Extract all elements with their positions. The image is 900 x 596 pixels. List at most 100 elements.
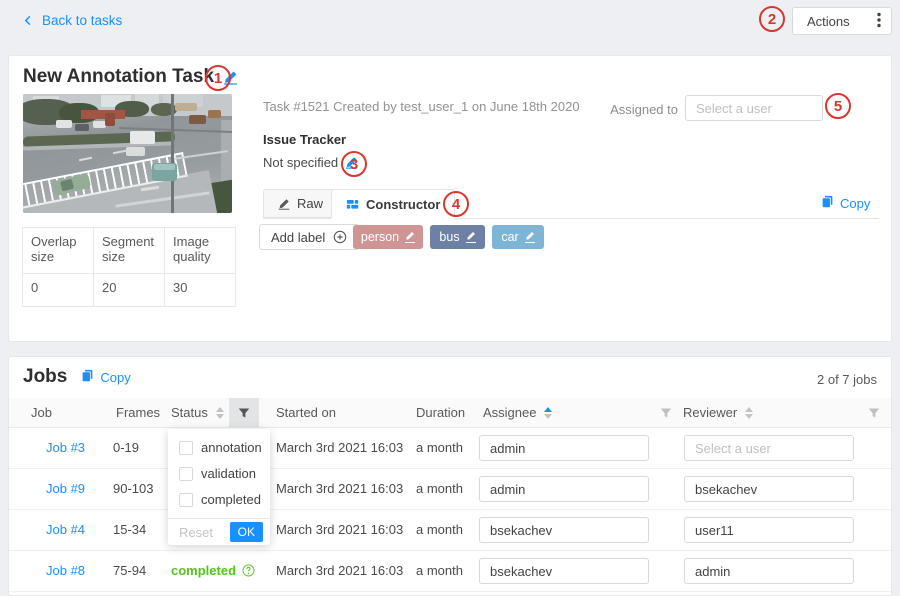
started-cell: March 3rd 2021 16:03	[276, 509, 403, 550]
assigned-to-input[interactable]	[685, 95, 823, 121]
assignee-input[interactable]	[479, 476, 649, 502]
callout-4: 4	[443, 191, 469, 217]
filter-option-label: completed	[201, 492, 261, 507]
edit-icon[interactable]	[405, 231, 415, 243]
status-text: completed	[171, 563, 236, 578]
job-link[interactable]: Job #3	[46, 427, 85, 468]
filter-funnel-icon	[238, 407, 250, 419]
status-filter-dropdown: annotation validation completed Reset OK	[168, 429, 270, 545]
table-row: Job #9 90-103 March 3rd 2021 16:03 a mon…	[9, 468, 891, 510]
task-meta-text: Task #1521 Created by test_user_1 on Jun…	[263, 99, 580, 114]
status-cell: completed	[171, 550, 255, 591]
callout-5: 5	[825, 93, 851, 119]
copy-label: Copy	[100, 370, 130, 385]
back-to-tasks-label: Back to tasks	[42, 13, 122, 28]
table-row: Job #4 15-34 March 3rd 2021 16:03 a mont…	[9, 509, 891, 551]
actions-button[interactable]: Actions	[792, 7, 892, 35]
reviewer-input[interactable]	[684, 517, 854, 543]
reviewer-input[interactable]	[684, 476, 854, 502]
column-status-label: Status	[171, 405, 208, 420]
column-assignee[interactable]: Assignee	[483, 398, 552, 427]
copy-jobs-link[interactable]: Copy	[81, 369, 130, 385]
edit-icon[interactable]	[466, 231, 476, 243]
column-started-on: Started on	[276, 398, 336, 427]
column-duration: Duration	[416, 398, 465, 427]
jobs-card: Jobs Copy 2 of 7 jobs Job Frames Status …	[8, 356, 892, 596]
reviewer-input[interactable]	[684, 435, 854, 461]
filter-funnel-icon	[660, 407, 672, 419]
duration-cell: a month	[416, 550, 463, 591]
column-assignee-label: Assignee	[483, 405, 536, 420]
sort-carets-icon[interactable]	[544, 407, 552, 419]
plus-circle-icon	[333, 230, 347, 244]
jobs-count: 2 of 7 jobs	[817, 372, 877, 387]
filter-option-annotation[interactable]: annotation	[168, 435, 270, 460]
reviewer-filter-button[interactable]	[859, 398, 889, 427]
tab-constructor[interactable]: Constructor	[331, 189, 455, 219]
checkbox-icon[interactable]	[179, 493, 193, 507]
column-status[interactable]: Status	[171, 398, 224, 427]
assignee-filter-button[interactable]	[651, 398, 681, 427]
started-cell: March 3rd 2021 16:03	[276, 427, 403, 468]
issue-tracker-value: Not specified	[263, 155, 338, 170]
checkbox-icon[interactable]	[179, 467, 193, 481]
duration-cell: a month	[416, 427, 463, 468]
tab-constructor-label: Constructor	[366, 197, 440, 212]
status-filter-button[interactable]	[229, 398, 259, 427]
job-link[interactable]: Job #9	[46, 468, 85, 509]
label-chip-car[interactable]: car	[492, 225, 544, 249]
assignee-input[interactable]	[479, 558, 649, 584]
edit-icon[interactable]	[525, 231, 535, 243]
param-header: Segment size	[94, 228, 165, 274]
assigned-to-label: Assigned to	[608, 102, 678, 117]
task-parameters-table: Overlap size Segment size Image quality …	[22, 227, 236, 307]
started-cell: March 3rd 2021 16:03	[276, 468, 403, 509]
task-details-card: New Annotation Task 1	[8, 55, 892, 342]
task-title-text: New Annotation Task	[23, 66, 214, 88]
filter-reset-button[interactable]: Reset	[179, 525, 213, 540]
job-link[interactable]: Job #8	[46, 550, 85, 591]
label-chip-name: bus	[439, 230, 459, 244]
back-to-tasks-link[interactable]: Back to tasks	[22, 13, 122, 28]
label-chip-bus[interactable]: bus	[430, 225, 485, 249]
duration-cell: a month	[416, 468, 463, 509]
jobs-title: Jobs	[23, 366, 67, 388]
column-frames: Frames	[116, 398, 160, 427]
tab-raw-label: Raw	[297, 196, 323, 211]
label-chip-name: car	[501, 230, 518, 244]
copy-labels-link[interactable]: Copy	[821, 195, 870, 211]
callout-3: 3	[341, 151, 367, 177]
param-value: 0	[23, 274, 94, 307]
issue-tracker-label: Issue Tracker	[263, 132, 346, 147]
constructor-blocks-icon	[346, 198, 359, 211]
tab-raw[interactable]: Raw	[263, 189, 338, 218]
edit-icon	[278, 198, 290, 210]
callout-1: 1	[205, 65, 231, 91]
filter-ok-button[interactable]: OK	[230, 522, 263, 542]
param-value: 30	[165, 274, 236, 307]
labels-tabbar: Raw Constructor	[263, 189, 879, 219]
filter-option-label: validation	[201, 466, 256, 481]
question-circle-icon[interactable]	[242, 564, 255, 577]
assignee-input[interactable]	[479, 517, 649, 543]
reviewer-input[interactable]	[684, 558, 854, 584]
add-label-text: Add label	[271, 230, 325, 245]
checkbox-icon[interactable]	[179, 441, 193, 455]
sort-carets-icon[interactable]	[745, 407, 753, 419]
filter-option-completed[interactable]: completed	[168, 487, 270, 512]
frames-cell: 75-94	[113, 550, 146, 591]
more-vertical-icon	[877, 12, 881, 31]
sort-carets-icon[interactable]	[216, 407, 224, 419]
copy-icon	[821, 195, 834, 211]
assignee-input[interactable]	[479, 435, 649, 461]
job-link[interactable]: Job #4	[46, 509, 85, 550]
started-cell: March 3rd 2021 16:03	[276, 550, 403, 591]
callout-2: 2	[759, 6, 785, 32]
filter-option-validation[interactable]: validation	[168, 461, 270, 486]
label-chip-person[interactable]: person	[353, 225, 423, 249]
jobs-table-header: Job Frames Status Started on Duration As…	[9, 398, 891, 428]
add-label-button[interactable]: Add label	[259, 224, 359, 250]
column-reviewer[interactable]: Reviewer	[683, 398, 753, 427]
param-value: 20	[94, 274, 165, 307]
frames-cell: 0-19	[113, 427, 139, 468]
